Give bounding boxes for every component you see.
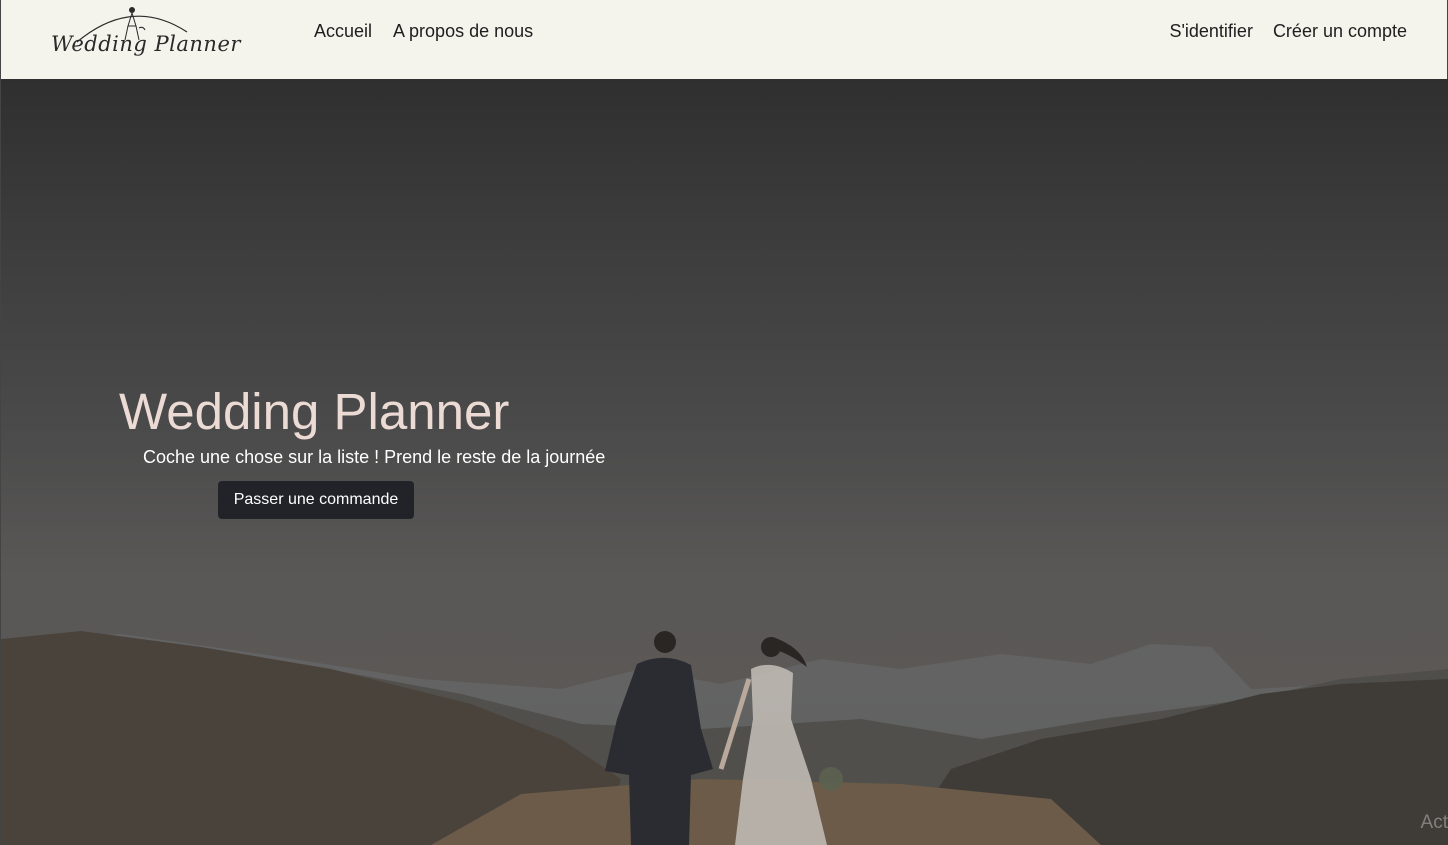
- place-order-button[interactable]: Passer une commande: [218, 481, 414, 519]
- nav-link-register[interactable]: Créer un compte: [1273, 20, 1407, 42]
- main-nav: Accueil A propos de nous: [314, 20, 533, 42]
- hero-title: Wedding Planner: [119, 383, 510, 440]
- nav-link-login[interactable]: S'identifier: [1169, 20, 1252, 42]
- logo-text: Wedding Planner: [51, 32, 241, 56]
- activation-watermark: Act: [1420, 812, 1448, 833]
- top-navbar: Wedding Planner Accueil A propos de nous…: [0, 0, 1448, 79]
- site-logo[interactable]: Wedding Planner: [47, 2, 240, 72]
- nav-link-about[interactable]: A propos de nous: [393, 20, 533, 42]
- hero-section: Wedding Planner Coche une chose sur la l…: [0, 79, 1448, 845]
- account-nav: S'identifier Créer un compte: [1169, 20, 1407, 42]
- hero-subtitle: Coche une chose sur la liste ! Prend le …: [143, 447, 606, 467]
- nav-link-accueil[interactable]: Accueil: [314, 20, 372, 42]
